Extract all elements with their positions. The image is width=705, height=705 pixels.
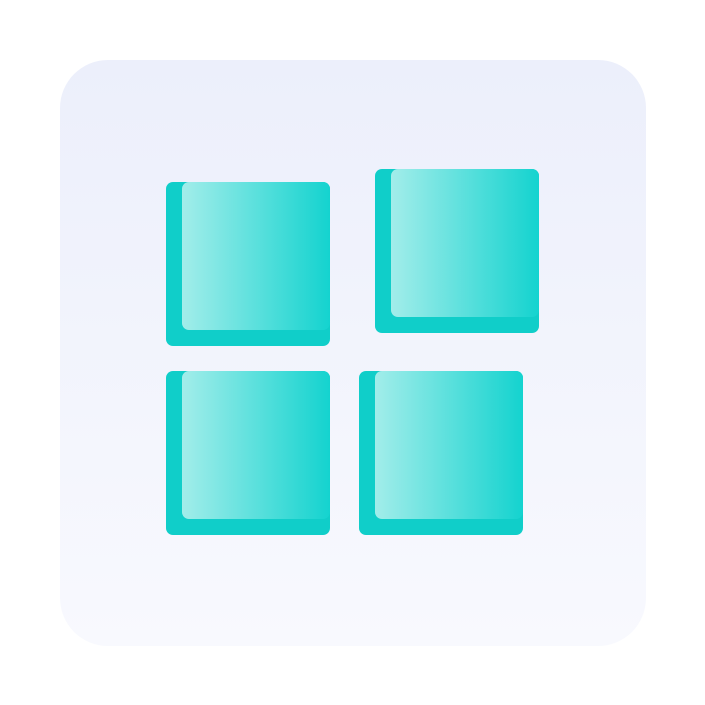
grid-square-bottom-right [359,371,523,535]
grid-square-bottom-left [166,371,330,535]
grid-square-top-left [166,182,330,346]
grid-square-top-right [375,169,539,333]
grid-icon [166,169,539,535]
canvas [0,0,705,705]
